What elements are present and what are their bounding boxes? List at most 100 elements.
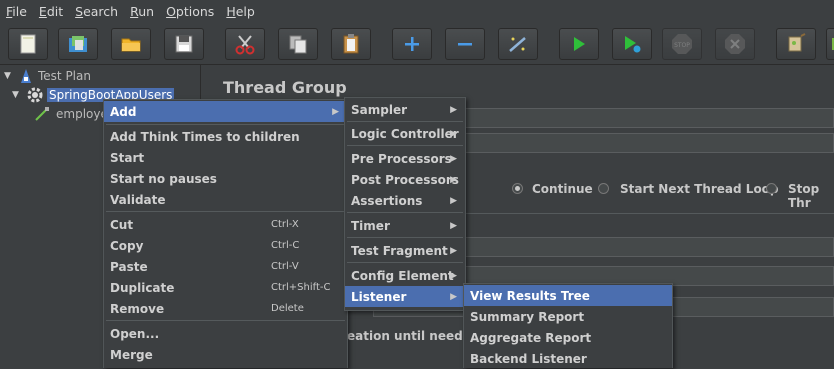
submenu-item-assertions[interactable]: Assertions ▶ <box>345 190 465 211</box>
submenu-item-sampler[interactable]: Sampler ▶ <box>345 99 465 120</box>
tree-node-sampler[interactable]: employe <box>34 105 108 123</box>
submenu-item-listener[interactable]: Listener ▶ <box>345 286 465 307</box>
radio-stop-thread[interactable] <box>766 183 777 194</box>
submenu-item-timer[interactable]: Timer ▶ <box>345 215 465 236</box>
context-menu: Add ▶ Add Think Times to children Start S… <box>103 99 348 368</box>
radio-next-loop[interactable] <box>598 183 609 194</box>
radio-next-loop-label: Start Next Thread Loop <box>620 182 779 196</box>
menu-file[interactable]: File <box>0 4 33 19</box>
expand-arrow-icon[interactable]: ▼ <box>12 90 26 100</box>
submenu-item-view-results-tree[interactable]: View Results Tree <box>464 285 672 306</box>
menu-item-label: Add Think Times to children <box>110 129 300 144</box>
expand-arrow-icon[interactable]: ▼ <box>4 71 18 81</box>
submenu-item-logic-controller[interactable]: Logic Controller ▶ <box>345 123 465 144</box>
menu-shortcut: Ctrl-X <box>271 219 299 230</box>
menu-item-label: Timer <box>351 218 390 233</box>
shutdown-button[interactable] <box>715 28 755 60</box>
toolbar: STOP <box>0 22 834 65</box>
menu-shortcut: Ctrl-V <box>271 261 299 272</box>
clear-button[interactable] <box>776 28 816 60</box>
test-plan-icon <box>21 69 31 83</box>
menu-item-paste[interactable]: Paste Ctrl-V <box>104 256 347 277</box>
submenu-arrow-icon: ▶ <box>450 174 457 185</box>
menu-item-label: Post Processors <box>351 172 459 187</box>
menu-shortcut: Ctrl+Shift-C <box>271 282 331 293</box>
start-no-pauses-button[interactable] <box>612 28 652 60</box>
start-button[interactable] <box>559 28 599 60</box>
menu-item-add-think-times[interactable]: Add Think Times to children <box>104 126 347 147</box>
minus-icon <box>458 43 472 46</box>
menu-shortcut: Delete <box>271 303 304 314</box>
menu-item-label: Copy <box>110 238 144 253</box>
menu-item-label: View Results Tree <box>470 288 590 303</box>
submenu-arrow-icon: ▶ <box>332 106 339 117</box>
menu-item-add[interactable]: Add ▶ <box>104 101 347 122</box>
menu-item-label: Config Element <box>351 268 454 283</box>
submenu-item-pre-processors[interactable]: Pre Processors ▶ <box>345 148 465 169</box>
menu-item-label: Merge <box>110 347 153 362</box>
menu-item-label: Duplicate <box>110 280 175 295</box>
menu-item-copy[interactable]: Copy Ctrl-C <box>104 235 347 256</box>
radio-continue-label: Continue <box>532 182 593 196</box>
collapse-button[interactable] <box>445 28 485 60</box>
menu-item-duplicate[interactable]: Duplicate Ctrl+Shift-C <box>104 277 347 298</box>
menu-item-label: Aggregate Report <box>470 330 592 345</box>
submenu-item-aggregate-report[interactable]: Aggregate Report <box>464 327 672 348</box>
menu-item-label: Logic Controller <box>351 126 459 141</box>
folder-icon <box>121 38 141 52</box>
menu-edit[interactable]: Edit <box>33 4 69 19</box>
menu-item-validate[interactable]: Validate <box>104 189 347 210</box>
menu-separator <box>347 212 463 213</box>
menu-options[interactable]: Options <box>160 4 220 19</box>
gear-icon <box>27 87 43 103</box>
menu-item-open[interactable]: Open... <box>104 323 347 344</box>
menu-item-label: Open... <box>110 326 160 341</box>
menu-shortcut: Ctrl-C <box>271 240 300 251</box>
templates-icon <box>69 36 87 52</box>
submenu-item-test-fragment[interactable]: Test Fragment ▶ <box>345 240 465 261</box>
templates-button[interactable] <box>58 28 98 60</box>
menu-item-cut[interactable]: Cut Ctrl-X <box>104 214 347 235</box>
expand-button[interactable] <box>392 28 432 60</box>
submenu-arrow-icon: ▶ <box>450 220 457 231</box>
tree-node-test-plan[interactable]: ▼ Test Plan <box>4 67 91 85</box>
menu-item-remove[interactable]: Remove Delete <box>104 298 347 319</box>
clear-all-button[interactable] <box>826 28 834 60</box>
cut-button[interactable] <box>225 28 265 60</box>
menu-separator <box>347 145 463 146</box>
menu-item-label: Validate <box>110 192 166 207</box>
menu-item-start-no-pauses[interactable]: Start no pauses <box>104 168 347 189</box>
submenu-item-config-element[interactable]: Config Element ▶ <box>345 265 465 286</box>
submenu-item-summary-report[interactable]: Summary Report <box>464 306 672 327</box>
menu-item-label: Sampler <box>351 102 408 117</box>
submenu-arrow-icon: ▶ <box>450 270 457 281</box>
menu-help[interactable]: Help <box>220 4 261 19</box>
menu-item-label: Remove <box>110 301 165 316</box>
submenu-arrow-icon: ▶ <box>450 104 457 115</box>
toggle-button[interactable] <box>498 28 538 60</box>
radio-continue[interactable] <box>512 183 523 194</box>
submenu-arrow-icon: ▶ <box>450 245 457 256</box>
new-button[interactable] <box>8 28 48 60</box>
copy-button[interactable] <box>278 28 318 60</box>
floppy-icon <box>175 35 193 53</box>
menu-item-label: Listener <box>351 289 407 304</box>
wand-icon <box>509 37 526 52</box>
menu-search[interactable]: Search <box>69 4 124 19</box>
pipette-icon <box>35 107 49 121</box>
menu-item-start[interactable]: Start <box>104 147 347 168</box>
open-button[interactable] <box>111 28 151 60</box>
menu-item-label: Pre Processors <box>351 151 452 166</box>
menu-item-merge[interactable]: Merge <box>104 344 347 365</box>
svg-text:STOP: STOP <box>674 42 690 49</box>
submenu-arrow-icon: ▶ <box>450 153 457 164</box>
submenu-item-post-processors[interactable]: Post Processors ▶ <box>345 169 465 190</box>
submenu-item-backend-listener[interactable]: Backend Listener <box>464 348 672 369</box>
menu-item-label: Assertions <box>351 193 423 208</box>
menu-item-label: Test Fragment <box>351 243 448 258</box>
stop-button[interactable]: STOP <box>662 28 702 60</box>
save-button[interactable] <box>164 28 204 60</box>
paste-button[interactable] <box>331 28 371 60</box>
menu-run[interactable]: Run <box>124 4 160 19</box>
stop-icon: STOP <box>672 34 692 54</box>
